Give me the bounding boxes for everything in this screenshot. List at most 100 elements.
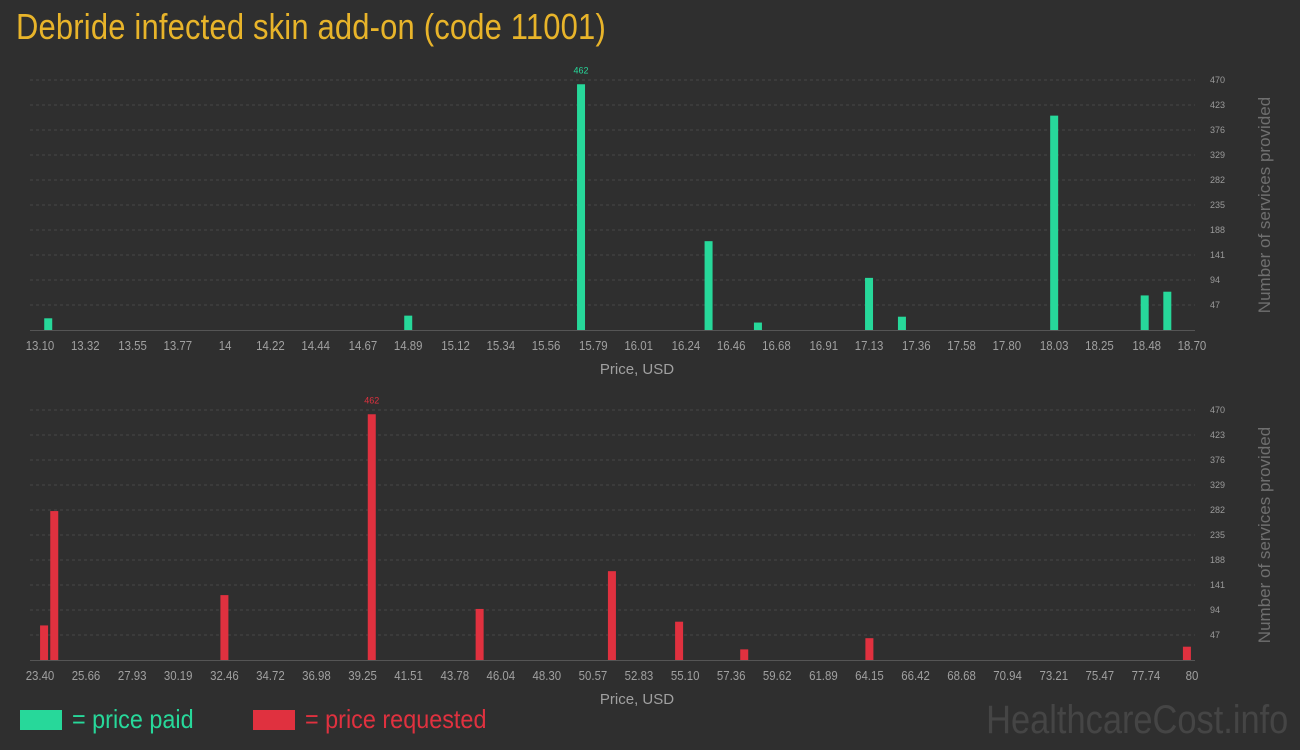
- chart-panel-0: 47 94 141 188 235 282 329 376 423 470 13.10 13.32 13…: [26, 65, 1274, 378]
- x-tick-label: 27.93: [118, 668, 147, 683]
- y-tick-label: 423: [1210, 430, 1225, 440]
- x-tick-label: 52.83: [625, 668, 654, 683]
- x-tick-label: 32.46: [210, 668, 239, 683]
- x-tick-label: 70.94: [993, 668, 1022, 683]
- x-tick-label: 61.89: [809, 668, 838, 683]
- x-tick-label: 15.56: [532, 338, 561, 353]
- x-tick-label: 16.68: [762, 338, 791, 353]
- x-tick-label: 14: [219, 338, 232, 353]
- bar: [1182, 646, 1191, 660]
- legend-item-requested: = price requested: [253, 704, 507, 735]
- x-tick-label: 13.55: [118, 338, 147, 353]
- x-tick-label: 39.25: [348, 668, 377, 683]
- x-tick-label: 64.15: [855, 668, 884, 683]
- bar: [40, 625, 49, 660]
- y-tick-label: 282: [1210, 505, 1225, 515]
- x-tick-label: 15.79: [579, 338, 608, 353]
- x-axis-title: Price, USD: [600, 691, 674, 708]
- legend-swatch-paid: [20, 709, 62, 730]
- y-tick-label: 470: [1210, 75, 1225, 85]
- x-tick-label: 46.04: [486, 668, 515, 683]
- y-tick-label: 141: [1210, 580, 1225, 590]
- bar: [753, 322, 762, 330]
- x-tick-label: 55.10: [671, 668, 700, 683]
- y-tick-label: 94: [1210, 605, 1220, 615]
- x-tick-label: 36.98: [302, 668, 331, 683]
- bar: [865, 277, 874, 330]
- x-tick-label: 77.74: [1132, 668, 1161, 683]
- x-tick-label: 16.01: [624, 338, 653, 353]
- x-tick-label: 13.77: [164, 338, 193, 353]
- bar: [50, 511, 59, 660]
- legend-item-paid: = price paid: [20, 704, 207, 735]
- x-tick-label: 18.03: [1040, 338, 1069, 353]
- y-tick-label: 94: [1210, 275, 1220, 285]
- y-axis-title: Number of services provided: [1255, 97, 1274, 313]
- chart-panel-1: 47 94 141 188 235 282 329 376 423 470 23.40 25.66 27…: [26, 395, 1274, 708]
- y-tick-label: 376: [1210, 125, 1225, 135]
- y-tick-label: 235: [1210, 530, 1225, 540]
- bar: [44, 318, 53, 330]
- y-axis-title: Number of services provided: [1255, 427, 1274, 643]
- bar: [577, 84, 586, 331]
- legend-label-requested: = price requested: [305, 704, 487, 734]
- bar: [1163, 291, 1172, 330]
- x-tick-label: 14.44: [301, 338, 330, 353]
- x-tick-label: 16.46: [717, 338, 746, 353]
- x-tick-label: 59.62: [763, 668, 792, 683]
- legend: = price paid = price requested: [20, 704, 553, 735]
- bar: [475, 608, 484, 660]
- x-tick-label: 41.51: [394, 668, 423, 683]
- bar: [367, 414, 376, 660]
- x-tick-label: 18.70: [1178, 338, 1207, 353]
- y-tick-label: 329: [1210, 150, 1225, 160]
- x-tick-label: 17.80: [993, 338, 1022, 353]
- bar: [897, 316, 906, 330]
- x-axis-title: Price, USD: [600, 361, 674, 378]
- x-tick-label: 48.30: [532, 668, 561, 683]
- x-tick-label: 73.21: [1039, 668, 1068, 683]
- y-tick-label: 47: [1210, 300, 1220, 310]
- y-tick-label: 141: [1210, 250, 1225, 260]
- x-tick-label: 23.40: [26, 668, 55, 683]
- y-tick-label: 423: [1210, 100, 1225, 110]
- y-tick-label: 188: [1210, 225, 1225, 235]
- watermark: HealthcareCost.info: [985, 698, 1288, 742]
- y-tick-label: 376: [1210, 455, 1225, 465]
- y-tick-label: 235: [1210, 200, 1225, 210]
- x-tick-label: 16.24: [672, 338, 701, 353]
- x-tick-label: 66.42: [901, 668, 930, 683]
- bar: [607, 571, 616, 660]
- x-tick-label: 17.36: [902, 338, 931, 353]
- legend-label-paid: = price paid: [72, 704, 194, 734]
- x-tick-label: 25.66: [72, 668, 101, 683]
- x-tick-label: 68.68: [947, 668, 976, 683]
- x-tick-label: 14.22: [256, 338, 285, 353]
- y-tick-label: 329: [1210, 480, 1225, 490]
- x-tick-label: 75.47: [1085, 668, 1114, 683]
- bar: [675, 621, 684, 660]
- x-tick-label: 30.19: [164, 668, 193, 683]
- x-tick-label: 50.57: [579, 668, 608, 683]
- x-tick-label: 15.34: [486, 338, 515, 353]
- charts-canvas: 47 94 141 188 235 282 329 376 423 470 13.10 13.32 13…: [26, 65, 1274, 708]
- y-tick-label: 47: [1210, 630, 1220, 640]
- bar: [220, 595, 229, 660]
- x-tick-label: 13.32: [71, 338, 100, 353]
- y-tick-label: 282: [1210, 175, 1225, 185]
- bar: [704, 241, 713, 330]
- legend-swatch-requested: [253, 709, 296, 730]
- bar: [1050, 115, 1059, 330]
- bar: [1140, 295, 1149, 330]
- bar: [740, 649, 749, 660]
- bar: [404, 315, 413, 330]
- x-tick-label: 14.67: [349, 338, 378, 353]
- x-tick-label: 18.48: [1132, 338, 1161, 353]
- y-tick-label: 188: [1210, 555, 1225, 565]
- x-tick-label: 17.13: [855, 338, 884, 353]
- x-tick-label: 14.89: [394, 338, 423, 353]
- bar-value-label: 462: [364, 395, 379, 405]
- bar: [865, 638, 874, 660]
- x-tick-label: 43.78: [440, 668, 469, 683]
- x-tick-label: 17.58: [947, 338, 976, 353]
